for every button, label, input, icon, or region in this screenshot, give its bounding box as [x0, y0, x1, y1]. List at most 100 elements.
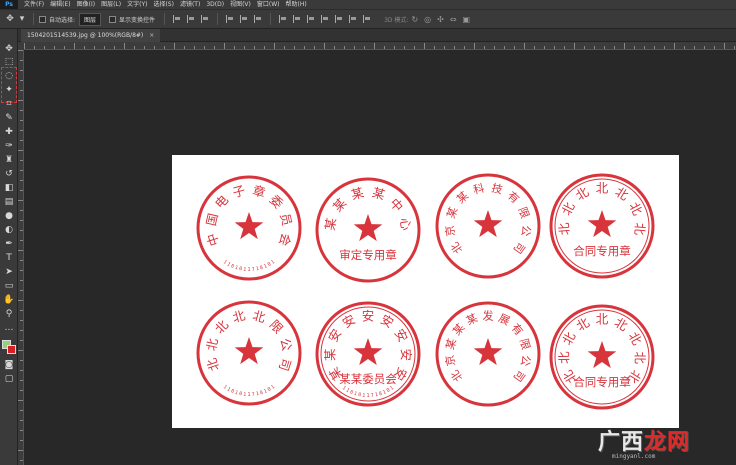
- menu-layer[interactable]: 图层(L): [101, 0, 121, 9]
- seal-serial-digit: 7: [251, 267, 255, 273]
- ruler-tick: [444, 46, 445, 49]
- ruler-tick: [20, 440, 23, 441]
- app-logo[interactable]: Ps: [0, 0, 18, 9]
- ruler-tick: [20, 140, 23, 141]
- seal-serial-digit: 0: [238, 391, 242, 397]
- seal-arc-char: 北: [231, 307, 248, 325]
- ruler-tick: [94, 46, 95, 49]
- menu-3d[interactable]: 3D(D): [206, 0, 224, 9]
- seal-serial-digit: 0: [357, 392, 361, 398]
- distribute-right-icon[interactable]: [349, 15, 357, 23]
- ruler-tick: [20, 290, 23, 291]
- history-brush-tool-icon[interactable]: ↺: [2, 168, 16, 180]
- menu-filter[interactable]: 滤镜(T): [180, 0, 200, 9]
- auto-select-checkbox[interactable]: [39, 15, 46, 23]
- ruler-tick: [634, 46, 635, 49]
- horizontal-ruler[interactable]: [24, 42, 736, 50]
- distribute-left-icon[interactable]: [321, 15, 329, 23]
- quick-mask-icon[interactable]: ◙: [2, 359, 16, 371]
- ruler-tick: [224, 43, 225, 49]
- align-center-icon[interactable]: [240, 15, 248, 23]
- auto-select-label: 自动选择:: [49, 16, 76, 24]
- seal-arc-char: 北: [596, 312, 609, 327]
- ruler-tick: [144, 46, 145, 49]
- blur-tool-icon[interactable]: ●: [2, 210, 16, 222]
- scale-3d-icon[interactable]: ▣: [463, 15, 471, 24]
- distribute-middle-icon[interactable]: [293, 15, 301, 23]
- auto-select-dropdown[interactable]: 图层: [79, 12, 102, 26]
- seal-serial-digit: 1: [243, 267, 247, 273]
- background-color-swatch[interactable]: [7, 345, 16, 354]
- menu-type[interactable]: 文字(Y): [127, 0, 147, 9]
- ruler-tick: [18, 400, 23, 401]
- seal-bottom-text: 某某委员会: [339, 372, 397, 386]
- healing-brush-tool-icon[interactable]: ✚: [2, 126, 16, 138]
- ruler-tick: [424, 43, 425, 49]
- ruler-tick: [644, 46, 645, 49]
- ruler-tick: [164, 46, 165, 49]
- tool-preset-dropdown-icon[interactable]: ▾: [16, 14, 28, 24]
- watermark-logo-red: 龙网: [644, 430, 691, 455]
- align-bottom-icon[interactable]: [201, 15, 209, 23]
- seal-6: 某某安安安安安安安某某委员会 1 1 0 1 0 1 1 7 1 8 1 0 1: [313, 299, 423, 409]
- crop-tool-icon[interactable]: ⌗: [2, 98, 16, 110]
- document-canvas[interactable]: 中国电子章委员会1101011718101 某某某某中心审定专用章 北京某某科技…: [172, 155, 679, 428]
- gradient-tool-icon[interactable]: ▤: [2, 196, 16, 208]
- seal-arc-char: 心: [397, 217, 414, 232]
- divider: [164, 13, 166, 25]
- auto-align-icon[interactable]: [363, 15, 371, 23]
- transform-controls-checkbox[interactable]: [109, 15, 117, 23]
- align-middle-icon[interactable]: [187, 15, 195, 23]
- seal-arc-char: 中: [204, 231, 222, 248]
- ruler-tick: [20, 370, 23, 371]
- hand-tool-icon[interactable]: ✋: [2, 294, 16, 306]
- zoom-tool-icon[interactable]: ⚲: [2, 308, 16, 320]
- align-left-icon[interactable]: [226, 15, 234, 23]
- menu-image[interactable]: 图像(I): [77, 0, 95, 9]
- type-tool-icon[interactable]: T: [2, 252, 16, 264]
- menu-window[interactable]: 窗口(W): [257, 0, 280, 9]
- slide-3d-icon[interactable]: ⇔: [450, 15, 457, 24]
- pen-tool-icon[interactable]: ✒: [2, 238, 16, 250]
- clone-stamp-tool-icon[interactable]: ♜: [2, 154, 16, 166]
- seal-7: 北京某某某发展有限公司: [433, 299, 543, 409]
- align-right-icon[interactable]: [254, 15, 262, 23]
- close-icon[interactable]: ×: [149, 32, 154, 39]
- align-top-icon[interactable]: [173, 15, 181, 23]
- rotate-3d-icon[interactable]: ↻: [411, 15, 418, 24]
- screen-mode-icon[interactable]: ▢: [2, 373, 16, 385]
- seal-arc-char: 京: [442, 225, 457, 238]
- drag-3d-icon[interactable]: ✣: [437, 15, 444, 24]
- distribute-top-icon[interactable]: [279, 15, 287, 23]
- seal-bottom-text: 合同专用章: [573, 375, 631, 389]
- eyedropper-tool-icon[interactable]: ✎: [2, 112, 16, 124]
- shape-tool-icon[interactable]: ▭: [2, 280, 16, 292]
- more-tools-icon[interactable]: …: [2, 322, 16, 334]
- seal-star-icon: [234, 337, 264, 365]
- dodge-tool-icon[interactable]: ◐: [2, 224, 16, 236]
- ruler-tick: [514, 46, 515, 49]
- brush-tool-icon[interactable]: ✑: [2, 140, 16, 152]
- roll-3d-icon[interactable]: ◎: [424, 15, 431, 24]
- menu-edit[interactable]: 编辑(E): [50, 0, 70, 9]
- divider: [217, 13, 219, 25]
- seal-arc-char: 展: [496, 311, 511, 327]
- distribute-center-icon[interactable]: [335, 15, 343, 23]
- path-selection-tool-icon[interactable]: ➤: [2, 266, 16, 278]
- seal-graphic: 北北北北 北限公司110 1 0 1 1 7 1 8 101: [196, 300, 302, 406]
- menu-view[interactable]: 视图(V): [230, 0, 251, 9]
- menu-select[interactable]: 选择(S): [153, 0, 174, 9]
- move-tool-icon[interactable]: ✥: [2, 43, 16, 55]
- document-tab[interactable]: 1504201514539.jpg @ 100%(RGB/8#) ×: [21, 29, 161, 42]
- seal-serial-digit: 1: [247, 267, 250, 273]
- ruler-tick: [404, 46, 405, 49]
- menu-help[interactable]: 帮助(H): [286, 0, 307, 9]
- distribute-bottom-icon[interactable]: [307, 15, 315, 23]
- ruler-tick: [20, 130, 23, 131]
- menu-file[interactable]: 文件(F): [24, 0, 44, 9]
- eraser-tool-icon[interactable]: ◧: [2, 182, 16, 194]
- ruler-tick: [20, 230, 23, 231]
- move-tool-icon[interactable]: ✥: [4, 14, 16, 24]
- ruler-tick: [20, 390, 23, 391]
- seal-1: 中国电子章委员会1101011718101: [194, 173, 304, 283]
